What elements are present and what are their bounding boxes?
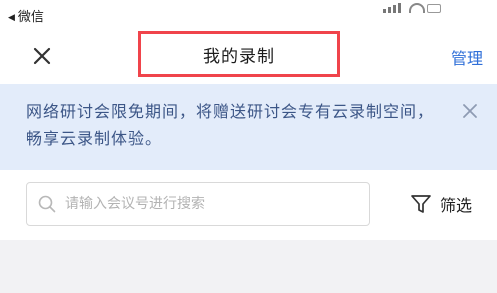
back-triangle-icon: ◀ [8, 13, 15, 23]
page-title: 我的录制 [203, 46, 275, 67]
battery-icon [427, 4, 441, 13]
signal-bar-icon [388, 7, 391, 13]
banner-text: 网络研讨会限免期间，将赠送研讨会专有云录制空间，畅享云录制体验。 [26, 102, 435, 148]
back-to-app-link[interactable]: ◀ 微信 [8, 6, 44, 25]
search-filter-row: 筛选 [0, 170, 497, 240]
back-app-label: 微信 [17, 10, 44, 25]
wifi-icon [409, 3, 425, 13]
search-icon [38, 195, 56, 213]
filter-label: 筛选 [440, 196, 473, 215]
nav-bar: 我的录制 管理 [0, 28, 497, 84]
status-indicators [383, 3, 441, 13]
filter-button[interactable]: 筛选 [410, 190, 472, 218]
search-input[interactable] [65, 183, 361, 225]
signal-bar-icon [393, 5, 396, 13]
status-bar: ◀ 微信 [0, 0, 497, 28]
title-highlight-box: 我的录制 [138, 31, 340, 77]
search-box[interactable] [26, 182, 370, 226]
close-icon [33, 47, 51, 65]
signal-bar-icon [383, 9, 386, 13]
close-button[interactable] [28, 42, 56, 70]
close-icon [463, 104, 477, 118]
promo-banner: 网络研讨会限免期间，将赠送研讨会专有云录制空间，畅享云录制体验。 [0, 84, 497, 170]
signal-bar-icon [398, 3, 401, 13]
recordings-list-area [0, 240, 497, 293]
filter-funnel-icon [411, 195, 431, 213]
manage-button[interactable]: 管理 [451, 45, 483, 69]
banner-close-button[interactable] [461, 102, 479, 120]
